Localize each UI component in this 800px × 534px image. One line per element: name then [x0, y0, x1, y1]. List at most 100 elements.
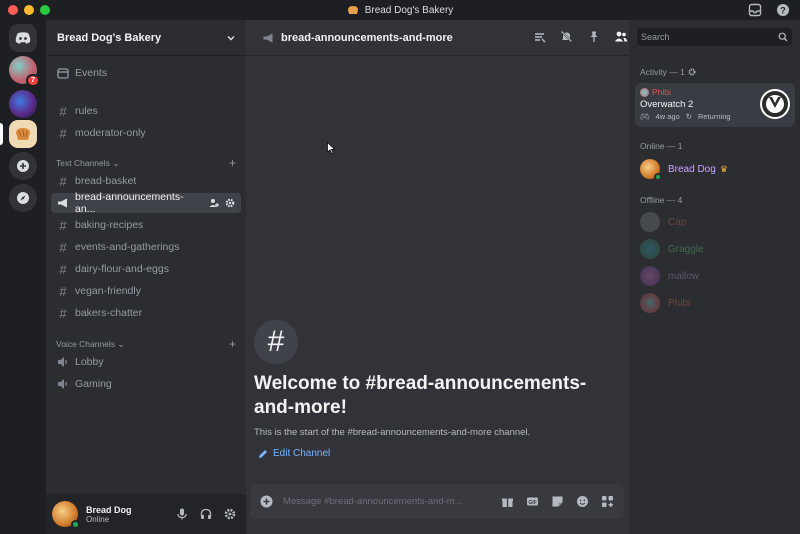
avatar — [640, 266, 660, 286]
notification-bell-muted-icon[interactable] — [560, 30, 573, 43]
microphone-icon[interactable] — [176, 508, 188, 520]
hashtag-lock-icon: # — [59, 125, 67, 141]
settings-gear-icon[interactable] — [224, 508, 236, 520]
voice-channel-lobby[interactable]: Lobby — [51, 352, 241, 372]
edit-channel-link[interactable]: Edit Channel — [258, 448, 330, 459]
zoom-window-button[interactable] — [40, 5, 50, 15]
svg-text:GIF: GIF — [528, 500, 536, 506]
welcome-title: Welcome to #bread-announcements-and-more… — [254, 373, 587, 418]
message-composer: Message #bread-announcements-and-m... GI… — [250, 484, 624, 519]
member-list: Search Activity — 1 Phibi Overwatch 2 🎮︎… — [629, 20, 800, 534]
channel-baking-recipes[interactable]: # baking-recipes — [51, 215, 241, 235]
speaker-icon — [58, 379, 67, 389]
activity-card[interactable]: Phibi Overwatch 2 🎮︎ 4w ago ↻ Returning — [635, 83, 795, 127]
channel-name: baking-recipes — [75, 219, 144, 231]
bread-icon — [347, 6, 358, 14]
server-icon-friends[interactable]: 7 — [9, 56, 40, 87]
add-server-button[interactable] — [9, 152, 37, 180]
avatar — [640, 87, 649, 97]
gift-icon[interactable] — [501, 495, 514, 508]
plus-icon — [17, 160, 29, 172]
activity-status: Returning — [698, 112, 731, 121]
avatar — [640, 239, 660, 259]
category-label: Text Channels — [56, 157, 110, 168]
speaker-icon — [58, 357, 67, 367]
channel-bakers-chatter[interactable]: # bakers-chatter — [51, 303, 241, 323]
hashtag-icon: # — [59, 103, 67, 119]
server-icon-bread-dogs-bakery[interactable] — [9, 120, 37, 148]
member-item[interactable]: Graggle — [635, 236, 795, 262]
apps-icon[interactable] — [601, 495, 614, 508]
direct-messages-button[interactable] — [9, 24, 37, 52]
channel-events-and-gatherings[interactable]: # events-and-gatherings — [51, 237, 241, 257]
megaphone-icon — [263, 33, 273, 42]
mouse-cursor-icon — [327, 142, 335, 154]
channel-bread-announcements[interactable]: bread-announcements-an... — [51, 191, 241, 215]
member-item[interactable]: Phibi — [635, 290, 795, 316]
hashtag-icon: # — [59, 173, 67, 189]
activity-header: Activity — 1 — [640, 67, 696, 77]
megaphone-icon — [58, 198, 67, 208]
search-placeholder: Search — [641, 32, 670, 42]
events-button[interactable]: Events — [51, 63, 241, 83]
category-voice-channels[interactable]: Voice Channels ⌄ + — [56, 337, 236, 351]
avatar — [640, 212, 660, 232]
inbox-icon[interactable] — [748, 3, 762, 17]
member-item[interactable]: mallow — [635, 263, 795, 289]
headphones-icon[interactable] — [200, 508, 212, 520]
channel-moderator-only[interactable]: # moderator-only — [51, 123, 241, 143]
discord-logo-icon — [15, 32, 31, 44]
channel-rules[interactable]: # rules — [51, 101, 241, 121]
pin-icon[interactable] — [587, 30, 600, 43]
channel-name: dairy-flour-and-eggs — [75, 263, 169, 275]
invite-icon[interactable] — [209, 198, 219, 208]
member-list-icon[interactable] — [614, 30, 628, 43]
minimize-window-button[interactable] — [24, 5, 34, 15]
offline-header: Offline — 4 — [640, 195, 682, 205]
window-controls — [8, 5, 50, 15]
emoji-icon[interactable] — [576, 495, 589, 508]
message-input[interactable]: Message #bread-announcements-and-m... — [283, 496, 491, 507]
channel-title: bread-announcements-and-more — [281, 31, 453, 44]
username: Bread Dog — [86, 504, 132, 515]
events-label: Events — [75, 67, 108, 79]
chevron-down-icon — [227, 35, 235, 41]
search-icon — [778, 32, 788, 42]
channel-dairy-flour-and-eggs[interactable]: # dairy-flour-and-eggs — [51, 259, 241, 279]
explore-servers-button[interactable] — [9, 184, 37, 212]
avatar[interactable] — [52, 501, 80, 529]
member-name: Bread Dog — [668, 163, 716, 175]
close-window-button[interactable] — [8, 5, 18, 15]
voice-channel-gaming[interactable]: Gaming — [51, 374, 241, 394]
add-attachment-icon[interactable] — [260, 495, 273, 508]
create-channel-plus-icon[interactable]: + — [229, 337, 236, 351]
search-input[interactable]: Search — [637, 28, 792, 46]
gif-icon[interactable]: GIF — [526, 495, 539, 508]
avatar — [640, 159, 662, 181]
server-icon-gaming[interactable] — [9, 90, 37, 118]
gear-icon[interactable] — [688, 68, 696, 76]
category-text-channels[interactable]: Text Channels ⌄ + — [56, 156, 236, 170]
chat-area: bread-announcements-and-more # Welcome t… — [246, 20, 629, 534]
sticker-icon[interactable] — [551, 495, 564, 508]
member-item[interactable]: Cap — [635, 209, 795, 235]
offline-header-label: Offline — 4 — [640, 195, 683, 205]
chevron-down-icon: ⌄ — [117, 338, 125, 349]
channel-vegan-friendly[interactable]: # vegan-friendly — [51, 281, 241, 301]
activity-time: 4w ago — [655, 112, 680, 121]
user-panel: Bread Dog Online — [46, 494, 246, 534]
refresh-icon: ↻ — [685, 112, 693, 121]
create-channel-plus-icon[interactable]: + — [229, 156, 236, 170]
online-header: Online — 1 — [640, 141, 683, 151]
hashtag-icon: # — [59, 261, 67, 277]
member-name: Phibi — [668, 297, 691, 309]
svg-text:?: ? — [780, 6, 786, 16]
category-label: Voice Channels — [56, 338, 116, 349]
threads-icon[interactable] — [533, 30, 546, 43]
server-header[interactable]: Bread Dog's Bakery — [46, 20, 246, 56]
help-icon[interactable]: ? — [776, 3, 790, 17]
channel-name: rules — [75, 105, 98, 117]
member-item[interactable]: Bread Dog ♛ — [635, 156, 795, 182]
gear-icon[interactable] — [225, 198, 235, 208]
channel-bread-basket[interactable]: # bread-basket — [51, 171, 241, 191]
